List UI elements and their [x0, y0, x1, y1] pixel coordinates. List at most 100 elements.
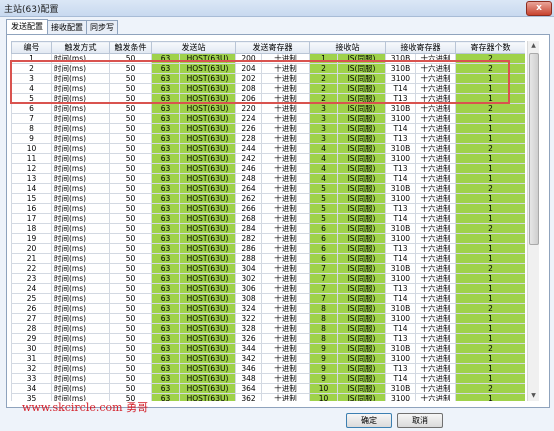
cell-send-register-format[interactable]: 十进制: [261, 253, 310, 264]
cell-register-count[interactable]: 2: [455, 103, 525, 114]
cell-send-station[interactable]: 63: [151, 233, 180, 244]
cell-send-station[interactable]: 63: [151, 313, 180, 324]
table-row[interactable]: 6 时间(ms) 50 63 HOST(63U) 220 十进制 3 IS(同服) 310B 十六进…: [11, 103, 525, 114]
cell-send-station-name[interactable]: HOST(63U): [179, 113, 236, 124]
table-row[interactable]: 22 时间(ms) 50 63 HOST(63U) 304 十进制 7 IS(同服) 310B 十六…: [11, 263, 525, 274]
cell-index[interactable]: 23: [11, 273, 52, 284]
cell-send-station[interactable]: 63: [151, 103, 180, 114]
cell-trigger-mode[interactable]: 时间(ms): [51, 73, 110, 84]
cell-register-count[interactable]: 1: [455, 83, 525, 94]
cell-send-station-name[interactable]: HOST(63U): [179, 143, 236, 154]
cell-recv-station-name[interactable]: IS(同服): [337, 153, 386, 164]
cell-recv-station[interactable]: 3: [309, 103, 338, 114]
cell-recv-station-name[interactable]: IS(同服): [337, 313, 386, 324]
cell-send-station[interactable]: 63: [151, 123, 180, 134]
cell-register-count[interactable]: 2: [455, 303, 525, 314]
cell-send-register[interactable]: 242: [235, 153, 262, 164]
cell-recv-station[interactable]: 2: [309, 83, 338, 94]
cell-send-station[interactable]: 63: [151, 173, 180, 184]
cell-recv-register[interactable]: 310B: [385, 53, 416, 64]
cell-recv-register[interactable]: T13: [385, 333, 416, 344]
cell-register-count[interactable]: 2: [455, 343, 525, 354]
cell-index[interactable]: 1: [11, 53, 52, 64]
cell-index[interactable]: 21: [11, 253, 52, 264]
cell-register-count[interactable]: 1: [455, 283, 525, 294]
cell-register-count[interactable]: 2: [455, 143, 525, 154]
cell-index[interactable]: 9: [11, 133, 52, 144]
cell-register-count[interactable]: 1: [455, 73, 525, 84]
cell-send-station[interactable]: 63: [151, 393, 180, 401]
cell-trigger-cond[interactable]: 50: [109, 73, 152, 84]
cell-trigger-cond[interactable]: 50: [109, 363, 152, 374]
cell-index[interactable]: 10: [11, 143, 52, 154]
cell-recv-register-format[interactable]: 十六进制: [415, 53, 456, 64]
cell-recv-register[interactable]: T13: [385, 203, 416, 214]
cell-index[interactable]: 16: [11, 203, 52, 214]
cell-index[interactable]: 18: [11, 223, 52, 234]
col-header-recv-station[interactable]: 接收站: [309, 41, 386, 54]
cell-recv-station[interactable]: 7: [309, 263, 338, 274]
table-row[interactable]: 26 时间(ms) 50 63 HOST(63U) 324 十进制 8 IS(同服) 310B 十六…: [11, 303, 525, 314]
cell-recv-register[interactable]: T13: [385, 163, 416, 174]
cell-trigger-cond[interactable]: 50: [109, 263, 152, 274]
cell-send-register-format[interactable]: 十进制: [261, 193, 310, 204]
cell-recv-register-format[interactable]: 十六进制: [415, 93, 456, 104]
cell-trigger-cond[interactable]: 50: [109, 303, 152, 314]
cell-recv-station-name[interactable]: IS(同服): [337, 253, 386, 264]
cell-recv-station-name[interactable]: IS(同服): [337, 103, 386, 114]
cell-send-station-name[interactable]: HOST(63U): [179, 363, 236, 374]
cell-trigger-mode[interactable]: 时间(ms): [51, 313, 110, 324]
cell-send-register[interactable]: 288: [235, 253, 262, 264]
cell-send-register-format[interactable]: 十进制: [261, 173, 310, 184]
cell-send-register-format[interactable]: 十进制: [261, 223, 310, 234]
cell-trigger-cond[interactable]: 50: [109, 143, 152, 154]
cell-recv-station-name[interactable]: IS(同服): [337, 143, 386, 154]
cell-recv-register-format[interactable]: 十六进制: [415, 183, 456, 194]
cell-send-register-format[interactable]: 十进制: [261, 383, 310, 394]
cell-recv-station-name[interactable]: IS(同服): [337, 243, 386, 254]
cell-trigger-cond[interactable]: 50: [109, 173, 152, 184]
cell-trigger-cond[interactable]: 50: [109, 233, 152, 244]
cell-register-count[interactable]: 2: [455, 53, 525, 64]
cell-send-station-name[interactable]: HOST(63U): [179, 83, 236, 94]
cell-send-register[interactable]: 348: [235, 373, 262, 384]
cell-recv-station-name[interactable]: IS(同服): [337, 343, 386, 354]
cell-recv-station[interactable]: 6: [309, 233, 338, 244]
cell-recv-station[interactable]: 7: [309, 273, 338, 284]
cell-send-register[interactable]: 208: [235, 83, 262, 94]
table-row[interactable]: 2 时间(ms) 50 63 HOST(63U) 204 十进制 2 IS(同服) 310B 十六进…: [11, 63, 525, 74]
cell-recv-register-format[interactable]: 十六进制: [415, 203, 456, 214]
cell-trigger-mode[interactable]: 时间(ms): [51, 283, 110, 294]
table-row[interactable]: 27 时间(ms) 50 63 HOST(63U) 322 十进制 8 IS(同服) 3100 十六…: [11, 313, 525, 324]
cell-send-station[interactable]: 63: [151, 243, 180, 254]
cell-recv-station[interactable]: 10: [309, 393, 338, 401]
cell-recv-register[interactable]: 310B: [385, 223, 416, 234]
cell-trigger-cond[interactable]: 50: [109, 203, 152, 214]
cell-recv-register[interactable]: 3100: [385, 233, 416, 244]
cell-recv-register-format[interactable]: 十六进制: [415, 63, 456, 74]
cell-send-register-format[interactable]: 十进制: [261, 333, 310, 344]
cell-index[interactable]: 22: [11, 263, 52, 274]
cell-register-count[interactable]: 2: [455, 383, 525, 394]
cell-trigger-mode[interactable]: 时间(ms): [51, 83, 110, 94]
cell-index[interactable]: 13: [11, 173, 52, 184]
cell-recv-register-format[interactable]: 十六进制: [415, 383, 456, 394]
cell-recv-register[interactable]: 3100: [385, 353, 416, 364]
cell-recv-register-format[interactable]: 十六进制: [415, 213, 456, 224]
cell-trigger-mode[interactable]: 时间(ms): [51, 63, 110, 74]
cell-send-register-format[interactable]: 十进制: [261, 53, 310, 64]
cell-register-count[interactable]: 2: [455, 223, 525, 234]
table-row[interactable]: 28 时间(ms) 50 63 HOST(63U) 328 十进制 8 IS(同服) T14 十六进…: [11, 323, 525, 334]
cell-send-register[interactable]: 204: [235, 63, 262, 74]
cell-recv-station[interactable]: 8: [309, 323, 338, 334]
cell-send-register-format[interactable]: 十进制: [261, 303, 310, 314]
cell-recv-register[interactable]: T13: [385, 363, 416, 374]
cell-send-register-format[interactable]: 十进制: [261, 323, 310, 334]
cell-trigger-mode[interactable]: 时间(ms): [51, 153, 110, 164]
cell-recv-station[interactable]: 4: [309, 143, 338, 154]
cell-trigger-cond[interactable]: 50: [109, 243, 152, 254]
cell-trigger-cond[interactable]: 50: [109, 183, 152, 194]
cell-send-station-name[interactable]: HOST(63U): [179, 293, 236, 304]
cell-send-station[interactable]: 63: [151, 293, 180, 304]
cell-send-station[interactable]: 63: [151, 113, 180, 124]
